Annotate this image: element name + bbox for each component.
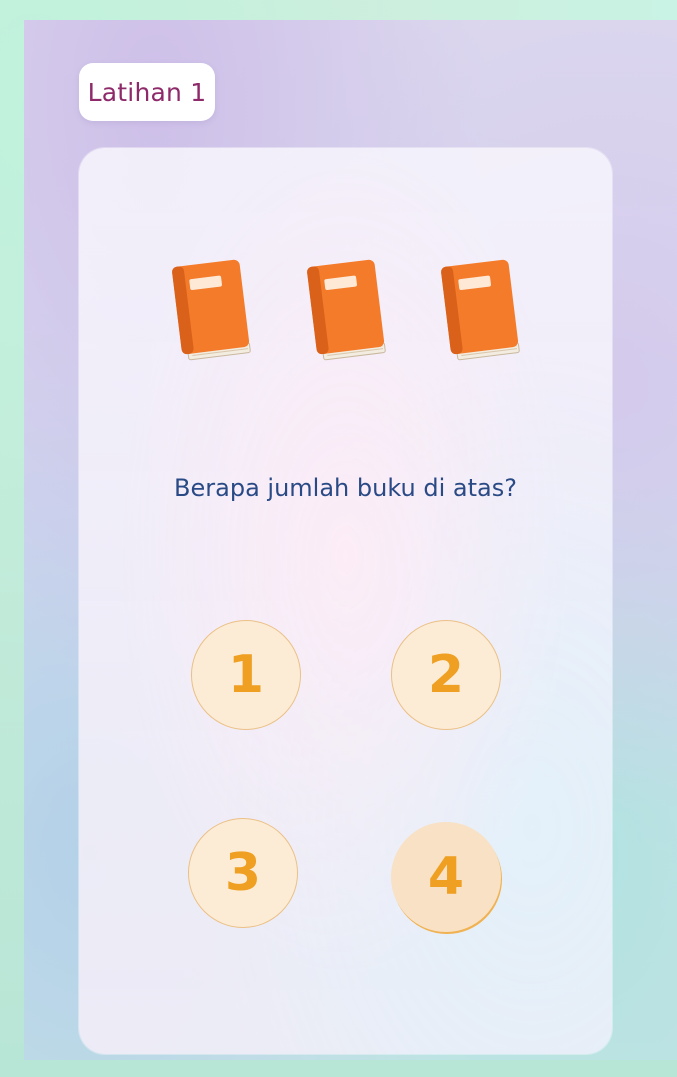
book-icon [441,259,520,361]
book-icon [172,259,251,361]
exercise-title-chip: Latihan 1 [79,63,215,121]
answer-button-2[interactable]: 2 [391,620,501,730]
exercise-title: Latihan 1 [87,77,207,107]
answer-label: 2 [427,645,465,705]
answer-label: 3 [224,843,262,903]
answer-button-3[interactable]: 3 [188,818,298,928]
answer-button-4[interactable]: 4 [391,822,501,932]
answer-button-1[interactable]: 1 [191,620,301,730]
answer-label: 4 [427,847,465,907]
question-text: Berapa jumlah buku di atas? [174,474,517,502]
book-icon [307,259,386,361]
answer-label: 1 [227,645,265,705]
